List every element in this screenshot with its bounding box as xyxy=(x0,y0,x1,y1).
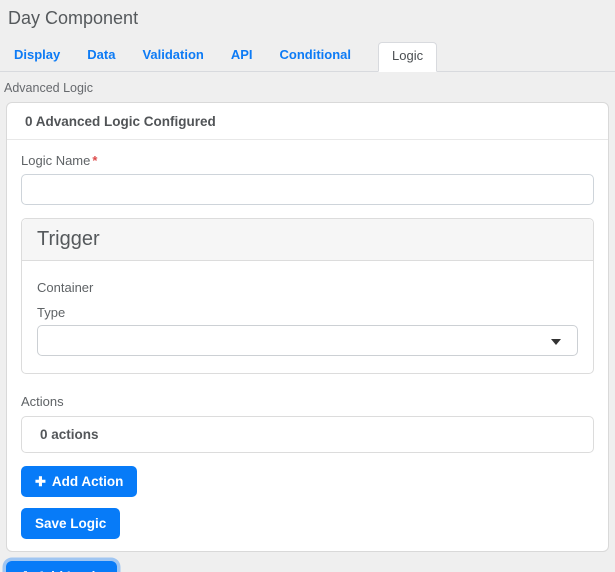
trigger-panel-body: Container Type xyxy=(22,261,593,373)
save-logic-label: Save Logic xyxy=(35,516,107,531)
add-logic-button[interactable]: ✚ Add Logic xyxy=(6,561,117,572)
trigger-panel: Trigger Container Type xyxy=(21,218,594,374)
add-action-label: Add Action xyxy=(51,474,124,489)
configured-count-header: 0 Advanced Logic Configured xyxy=(7,103,608,140)
page-title: Day Component xyxy=(8,8,139,28)
trigger-type-select[interactable] xyxy=(37,325,578,356)
plus-icon: ✚ xyxy=(35,474,46,489)
tab-display[interactable]: Display xyxy=(14,47,60,71)
tab-logic[interactable]: Logic xyxy=(378,42,438,72)
required-asterisk: * xyxy=(92,153,98,168)
trigger-panel-title: Trigger xyxy=(22,219,593,261)
actions-count-text: 0 actions xyxy=(40,427,99,442)
logic-name-input[interactable] xyxy=(21,174,594,205)
actions-count-box: 0 actions xyxy=(21,416,594,453)
save-logic-button[interactable]: Save Logic xyxy=(21,508,121,539)
trigger-type-label: Type xyxy=(37,305,66,320)
tab-validation[interactable]: Validation xyxy=(142,47,203,71)
logic-name-label: Logic Name * xyxy=(21,153,98,168)
actions-label: Actions xyxy=(21,394,64,409)
add-action-button[interactable]: ✚ Add Action xyxy=(21,466,138,497)
tab-data[interactable]: Data xyxy=(87,47,115,71)
advanced-logic-section-label: Advanced Logic xyxy=(4,81,93,95)
chevron-down-icon xyxy=(551,339,561,345)
logic-form: Logic Name * Trigger Container Type Actio… xyxy=(7,140,608,551)
tab-api[interactable]: API xyxy=(231,47,253,71)
trigger-container-label: Container xyxy=(37,280,94,295)
advanced-logic-card: 0 Advanced Logic Configured Logic Name * … xyxy=(6,102,609,552)
component-editor: Day Component Display Data Validation AP… xyxy=(0,8,615,572)
tab-bar: Display Data Validation API Conditional … xyxy=(0,42,615,72)
tab-conditional[interactable]: Conditional xyxy=(280,47,352,71)
